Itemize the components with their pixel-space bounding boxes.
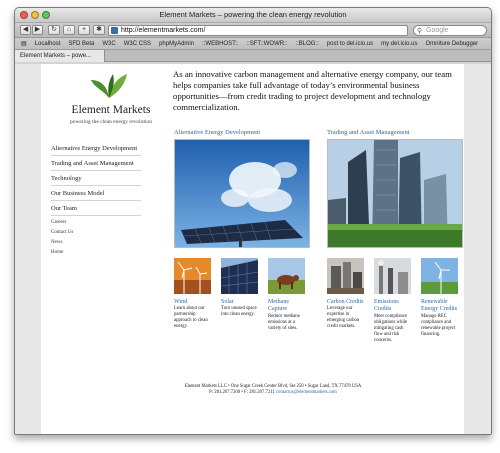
page-footer: Element Markets LLC • One Sugar Creek Ce… — [173, 384, 373, 396]
feature-title-renewable[interactable]: Renewable Energy Credits — [421, 299, 463, 313]
back-button[interactable]: ◀ — [20, 25, 31, 35]
tab-element-markets[interactable]: Element Markets – powe... — [15, 50, 105, 62]
subnav-home[interactable]: Home — [51, 248, 73, 258]
web-page: Element Markets powering the clean energ… — [41, 64, 464, 434]
section-heading-alternative-energy[interactable]: Alternative Energy Development — [174, 129, 260, 136]
reload-icon: ↻ — [51, 26, 57, 33]
nav-item-business-model[interactable]: Our Business Model — [51, 186, 141, 201]
wind-thumbnail[interactable] — [174, 258, 211, 294]
snapback-button[interactable]: ✱ — [93, 25, 105, 35]
home-button[interactable]: ⌂ — [63, 25, 75, 35]
add-bookmark-button[interactable]: + — [78, 25, 90, 35]
bookmark-item[interactable]: phpMyAdmin — [159, 41, 194, 47]
subnav-contact[interactable]: Contact Us — [51, 228, 73, 238]
renewable-credits-thumbnail[interactable] — [421, 258, 458, 294]
search-placeholder: Google — [426, 27, 449, 34]
bookmark-item[interactable]: my del.icio.us — [381, 41, 417, 47]
bookmark-item[interactable]: Localhost — [35, 41, 61, 47]
bookmark-item[interactable]: SFD Beta — [68, 41, 94, 47]
gear-icon: ✱ — [96, 26, 102, 33]
bookmark-item[interactable]: W3C CSS — [124, 41, 151, 47]
tab-bar: Element Markets – powe... — [15, 50, 491, 62]
page-viewport: Element Markets powering the clean energ… — [15, 64, 491, 434]
bookmarks-icon[interactable]: ▤ — [21, 40, 27, 47]
title-bar: Element Markets – powering the clean ene… — [15, 8, 491, 23]
reload-button[interactable]: ↻ — [48, 25, 60, 35]
feature-title-solar[interactable]: Solar — [221, 299, 261, 306]
section-heading-trading[interactable]: Trading and Asset Management — [327, 129, 410, 136]
feature-desc-emissions: Meet compliance obligations while mitiga… — [374, 314, 408, 343]
feature-title-carbon[interactable]: Carbon Credits — [327, 299, 371, 306]
nav-item-technology[interactable]: Technology — [51, 171, 141, 186]
leaf-logo-icon — [91, 74, 127, 98]
footer-email-link[interactable]: contactus@elementmarkets.com — [276, 390, 337, 395]
methane-thumbnail[interactable] — [268, 258, 305, 294]
intro-paragraph: As an innovative carbon management and a… — [173, 69, 452, 112]
brand-tagline: powering the clean energy revolution — [69, 119, 153, 125]
emissions-credits-thumbnail[interactable] — [374, 258, 411, 294]
nav-item-trading[interactable]: Trading and Asset Management — [51, 156, 141, 171]
browser-toolbar: ◀ ▶ ↻ ⌂ + ✱ http://elementmarkets.com/ ⚲… — [15, 23, 491, 38]
skyscrapers-image[interactable] — [327, 139, 463, 248]
back-arrow-icon: ◀ — [22, 26, 29, 33]
url-text: http://elementmarkets.com/ — [121, 27, 206, 34]
footer-phone: P: 281.207.7200 • F: 281.207.7211 — [209, 390, 275, 395]
bookmarks-bar: ▤ Localhost SFD Beta W3C W3C CSS phpMyAd… — [15, 38, 491, 50]
feature-title-emissions[interactable]: Emissions Credits — [374, 299, 414, 313]
feature-title-wind[interactable]: Wind — [174, 299, 214, 306]
feature-desc-solar: Turn unused space into clean energy. — [221, 306, 257, 317]
forward-arrow-icon: ▶ — [34, 26, 41, 33]
bookmark-item[interactable]: ::WEBHOST:: — [202, 41, 238, 47]
solar-thumbnail[interactable] — [221, 258, 258, 294]
forward-button[interactable]: ▶ — [32, 25, 43, 35]
footer-contact-line: P: 281.207.7200 • F: 281.207.7211 contac… — [173, 390, 373, 396]
bookmark-item[interactable]: ::SFT::WOWR:: — [246, 41, 287, 47]
plus-icon: + — [81, 26, 87, 33]
search-icon: ⚲ — [417, 28, 423, 35]
subnav-careers[interactable]: Careers — [51, 218, 73, 228]
bookmark-item[interactable]: W3C — [102, 41, 115, 47]
search-input[interactable]: ⚲ Google — [413, 25, 487, 36]
feature-desc-wind: Learn about our partnership approach to … — [174, 306, 208, 329]
solar-sky-image[interactable] — [174, 139, 310, 248]
feature-title-methane[interactable]: Methane Capture — [268, 299, 308, 313]
nav-item-alternative-energy[interactable]: Alternative Energy Development — [51, 141, 141, 156]
carbon-credits-thumbnail[interactable] — [327, 258, 364, 294]
secondary-nav: Careers Contact Us News Home — [51, 218, 73, 258]
bookmark-item[interactable]: ::BLOG:: — [295, 41, 318, 47]
feature-desc-renewable: Manage REC compliance and renewable proj… — [421, 314, 456, 337]
brand-name[interactable]: Element Markets — [51, 104, 171, 116]
bookmark-item[interactable]: post to del.icio.us — [327, 41, 373, 47]
bookmark-item[interactable]: Omniture Debugger — [425, 41, 478, 47]
favicon-icon — [111, 27, 118, 34]
nav-item-our-team[interactable]: Our Team — [51, 201, 141, 216]
subnav-news[interactable]: News — [51, 238, 73, 248]
home-icon: ⌂ — [66, 26, 72, 33]
browser-window: Element Markets – powering the clean ene… — [14, 7, 492, 435]
feature-desc-carbon: Leverage our expertise in emerging carbo… — [327, 306, 360, 329]
window-title: Element Markets – powering the clean ene… — [159, 10, 347, 19]
feature-desc-methane: Reduce methane emissions at a variety of… — [268, 314, 300, 331]
main-nav: Alternative Energy Development Trading a… — [51, 141, 141, 216]
address-bar[interactable]: http://elementmarkets.com/ — [108, 25, 408, 36]
